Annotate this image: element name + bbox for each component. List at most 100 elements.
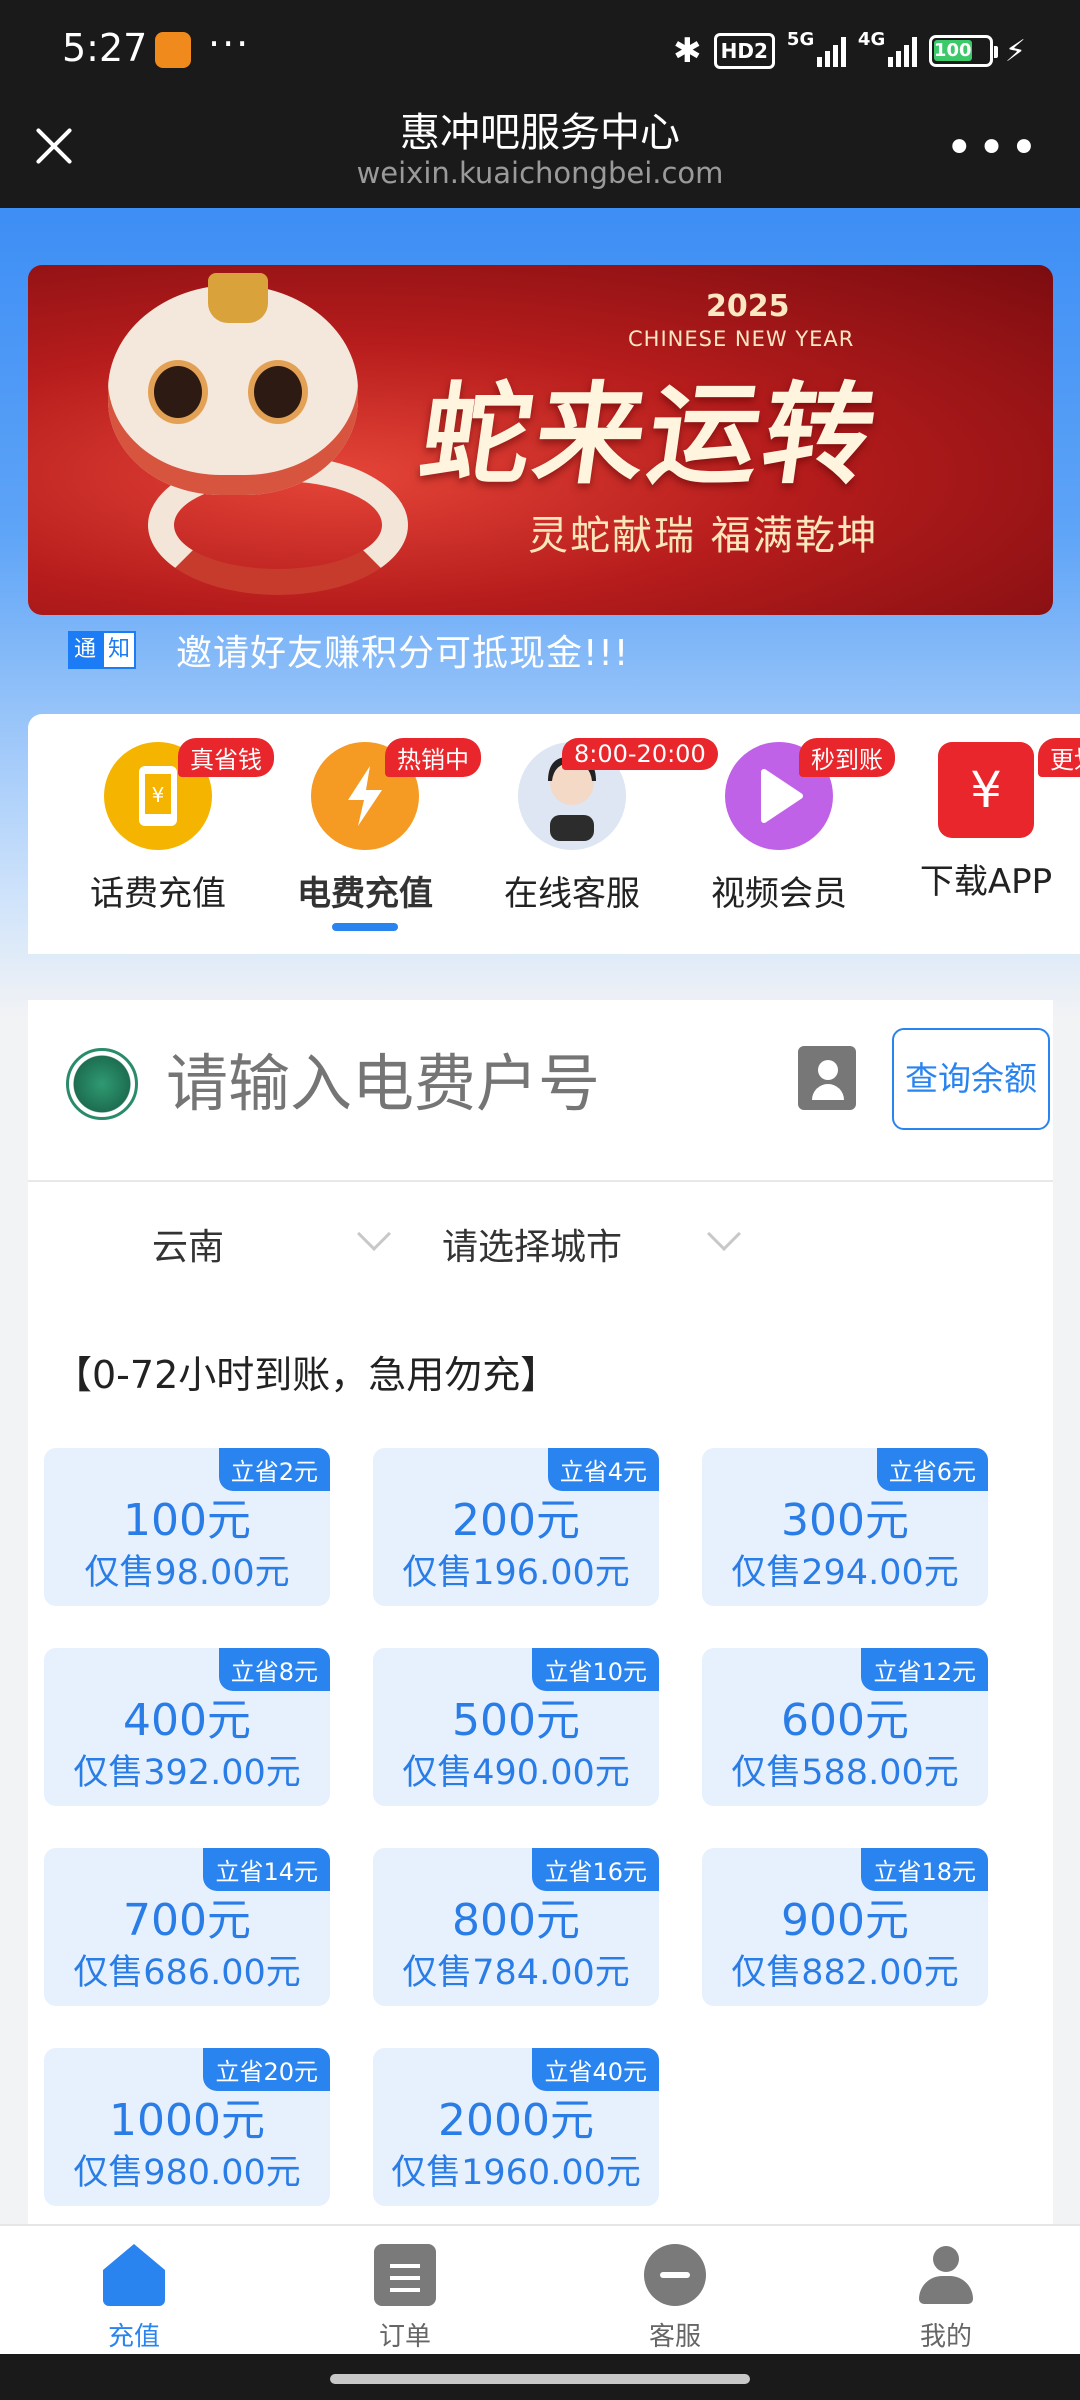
electricity-account-input[interactable] — [166, 1038, 766, 1128]
face-value: 300元 — [781, 1495, 909, 1546]
product-card[interactable]: 立省40元 2000元 仅售1960.00元 — [373, 2048, 659, 2206]
face-value: 1000元 — [109, 2095, 265, 2146]
product-card[interactable]: 立省6元 300元 仅售294.00元 — [702, 1448, 988, 1606]
banner-slogan: 灵蛇献瑞 福满乾坤 — [528, 513, 879, 559]
category-label: 下载APP — [919, 862, 1053, 902]
more-notifications-icon: ··· — [208, 22, 251, 66]
more-menu-icon[interactable]: ••• — [945, 120, 1042, 176]
product-card[interactable]: 立省2元 100元 仅售98.00元 — [44, 1448, 330, 1606]
home-icon — [103, 2244, 165, 2306]
user-icon — [915, 2244, 977, 2306]
contacts-icon[interactable] — [798, 1046, 856, 1110]
product-card[interactable]: 立省16元 800元 仅售784.00元 — [373, 1848, 659, 2006]
tab-label: 订单 — [378, 2322, 431, 2352]
category-label: 话费充值 — [90, 874, 226, 914]
notice-bar[interactable]: 通 知 邀请好友赚积分可抵现金!!! — [68, 620, 629, 680]
face-value: 900元 — [781, 1895, 909, 1946]
state-grid-logo — [66, 1048, 138, 1120]
status-bar: 5:27 ··· ✱ HD2 5G 4G 100 ⚡ — [0, 0, 1080, 100]
mascot-eye-left — [148, 360, 208, 424]
notice-tag-1: 通 — [68, 631, 102, 669]
app-notification-icon — [155, 32, 191, 68]
product-card[interactable]: 立省14元 700元 仅售686.00元 — [44, 1848, 330, 2006]
charging-icon: ⚡ — [1004, 33, 1026, 69]
category-online-service[interactable]: 8:00-20:00 在线客服 — [482, 738, 718, 915]
category-video-membership[interactable]: 秒到账 视频会员 — [689, 738, 895, 915]
category-badge: 热销中 — [385, 738, 481, 777]
sale-price: 仅售196.00元 — [402, 1553, 630, 1593]
sale-price: 仅售980.00元 — [73, 2153, 301, 2193]
signal-5g-icon: 5G — [787, 29, 846, 67]
mascot-eye-right — [248, 360, 308, 424]
product-card[interactable]: 立省18元 900元 仅售882.00元 — [702, 1848, 988, 2006]
category-badge: 更划算 — [1038, 738, 1080, 777]
face-value: 700元 — [123, 1895, 251, 1946]
province-value: 云南 — [152, 1227, 225, 1268]
face-value: 600元 — [781, 1695, 909, 1746]
promo-banner[interactable]: 2025 CHINESE NEW YEAR 蛇来运转 灵蛇献瑞 福满乾坤 — [28, 265, 1053, 615]
tab-recharge[interactable]: 充值 — [64, 2244, 204, 2353]
category-electricity-recharge[interactable]: 热销中 电费充值 — [275, 738, 481, 931]
chevron-down-icon — [357, 1217, 391, 1251]
sale-price: 仅售784.00元 — [402, 1953, 630, 1993]
recharge-products: 【0-72小时到账，急用勿充】 立省2元 100元 仅售98.00元 立省4元 … — [28, 1302, 1053, 2224]
face-value: 400元 — [123, 1695, 251, 1746]
signal-4g-label: 4G — [857, 29, 886, 50]
tab-label: 充值 — [107, 2322, 160, 2352]
chat-icon — [644, 2244, 706, 2306]
sale-price: 仅售490.00元 — [402, 1753, 630, 1793]
sale-price: 仅售588.00元 — [731, 1753, 959, 1793]
city-placeholder: 请选择城市 — [442, 1227, 623, 1268]
face-value: 2000元 — [438, 2095, 594, 2146]
svg-text:¥: ¥ — [152, 783, 165, 807]
face-value: 200元 — [452, 1495, 580, 1546]
sale-price: 仅售98.00元 — [84, 1553, 290, 1593]
bottom-tab-bar: 充值 订单 客服 我的 — [0, 2224, 1080, 2354]
tab-orders[interactable]: 订单 — [335, 2244, 475, 2353]
city-select[interactable]: 请选择城市 — [442, 1217, 741, 1270]
status-time: 5:27 — [62, 26, 148, 70]
tab-service[interactable]: 客服 — [605, 2244, 745, 2353]
signal-5g-label: 5G — [786, 29, 815, 50]
battery-icon: 100 — [928, 35, 998, 67]
hd-voice-icon: HD2 — [713, 33, 775, 69]
product-card[interactable]: 立省10元 500元 仅售490.00元 — [373, 1648, 659, 1806]
product-card[interactable]: 立省20元 1000元 仅售980.00元 — [44, 2048, 330, 2206]
system-nav-bar — [0, 2354, 1080, 2400]
category-label: 视频会员 — [711, 874, 847, 914]
category-bar: ¥ 真省钱 话费充值 热销中 电费充值 8:00-20:00 在线客服 秒到账 … — [28, 714, 1080, 954]
category-badge: 真省钱 — [178, 738, 274, 777]
sale-price: 仅售686.00元 — [73, 1953, 301, 1993]
active-tab-underline — [332, 923, 398, 931]
arrival-time-hint: 【0-72小时到账，急用勿充】 — [54, 1353, 559, 1397]
tab-mine[interactable]: 我的 — [876, 2244, 1016, 2353]
chevron-down-icon — [707, 1217, 741, 1251]
product-card[interactable]: 立省4元 200元 仅售196.00元 — [373, 1448, 659, 1606]
sale-price: 仅售882.00元 — [731, 1953, 959, 1993]
category-phone-recharge[interactable]: ¥ 真省钱 话费充值 — [68, 738, 274, 915]
province-select[interactable]: 云南 — [152, 1217, 391, 1270]
tab-label: 客服 — [648, 2322, 701, 2352]
bluetooth-icon: ✱ — [673, 31, 702, 71]
banner-headline: 蛇来运转 — [412, 370, 887, 499]
signal-4g-icon: 4G — [858, 29, 917, 67]
page-url: weixin.kuaichongbei.com — [356, 156, 724, 190]
region-selector: 云南 请选择城市 — [28, 1182, 1053, 1302]
status-icons: ✱ HD2 5G 4G 100 ⚡ — [673, 28, 1026, 74]
product-card[interactable]: 立省12元 600元 仅售588.00元 — [702, 1648, 988, 1806]
browser-title-bar: 惠冲吧服务中心 weixin.kuaichongbei.com ••• — [0, 100, 1080, 208]
notice-tag-2: 知 — [102, 631, 136, 669]
home-gesture-bar[interactable] — [330, 2374, 750, 2384]
category-download-app[interactable]: ¥ 更划算 下载APP — [896, 738, 1080, 903]
tab-label: 我的 — [919, 2322, 972, 2352]
order-icon — [374, 2244, 436, 2306]
product-card[interactable]: 立省8元 400元 仅售392.00元 — [44, 1648, 330, 1806]
face-value: 800元 — [452, 1895, 580, 1946]
query-balance-button[interactable]: 查询余额 — [892, 1028, 1050, 1130]
notice-tag: 通 知 — [68, 631, 136, 669]
category-badge: 秒到账 — [799, 738, 895, 777]
yen-icon: ¥ — [938, 742, 1034, 838]
account-input-card: 查询余额 — [28, 1000, 1053, 1182]
face-value: 100元 — [123, 1495, 251, 1546]
category-label: 在线客服 — [504, 874, 640, 914]
